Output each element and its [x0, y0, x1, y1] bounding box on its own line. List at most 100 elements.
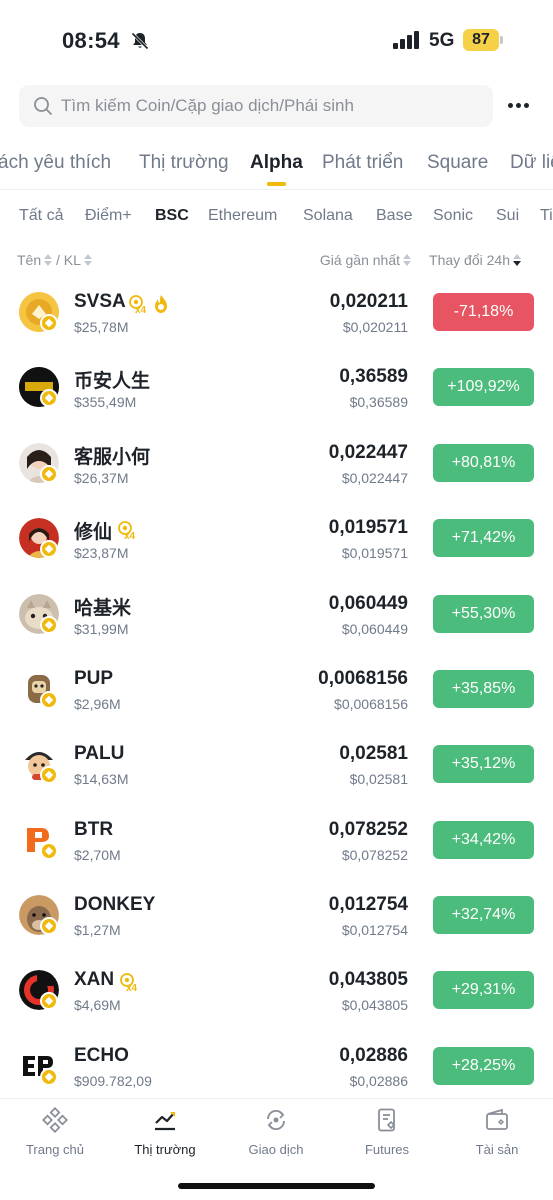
- hot-fire-icon: [155, 295, 167, 313]
- battery-icon: 87: [463, 29, 503, 51]
- chain-tab-bsc[interactable]: BSC: [155, 207, 189, 225]
- change-badge[interactable]: +80,81%: [433, 444, 534, 482]
- change-badge[interactable]: +109,92%: [433, 368, 534, 406]
- tab-favorites[interactable]: ách yêu thích: [0, 152, 111, 174]
- change-badge[interactable]: +32,74%: [433, 896, 534, 934]
- chain-tab-all[interactable]: Tất cả: [19, 207, 63, 225]
- token-row[interactable]: SVSA x4 $25,78M 0,020211 $0,020211 -71,1…: [0, 274, 553, 349]
- binance-home-icon: [42, 1107, 68, 1133]
- change-badge[interactable]: +29,31%: [433, 971, 534, 1009]
- tab-data[interactable]: Dữ liệ: [510, 152, 553, 174]
- token-row[interactable]: PUP $2,96M 0,0068156 $0,0068156 +35,85%: [0, 651, 553, 726]
- nav-home[interactable]: Trang chủ: [0, 1099, 110, 1169]
- header-separator: /: [56, 252, 60, 268]
- tab-alpha[interactable]: Alpha: [250, 152, 303, 174]
- token-price: 0,012754: [328, 894, 408, 915]
- token-price-usd: $0,022447: [341, 470, 408, 486]
- trade-swap-icon: [267, 1109, 285, 1131]
- token-row[interactable]: 哈基米 $31,99M 0,060449 $0,060449 +55,30%: [0, 576, 553, 651]
- bsc-chain-badge-icon: [40, 465, 58, 483]
- chain-tab-more[interactable]: Ti: [540, 207, 553, 225]
- token-symbol: 客服小何: [74, 447, 151, 468]
- token-symbol: PUP: [74, 668, 114, 689]
- token-row[interactable]: 修仙 x4 $23,87M 0,019571 $0,019571 +71,42%: [0, 500, 553, 575]
- token-volume: $25,78M: [74, 319, 129, 335]
- chain-tab-base[interactable]: Base: [376, 207, 412, 225]
- token-price: 0,019571: [328, 517, 408, 538]
- status-time: 08:54: [62, 28, 120, 53]
- tab-square[interactable]: Square: [427, 152, 488, 174]
- cell-signal-icon: [393, 31, 419, 49]
- tab-market[interactable]: Thị trường: [139, 152, 229, 174]
- token-price: 0,043805: [328, 969, 408, 990]
- token-price: 0,02581: [339, 743, 408, 764]
- bsc-chain-badge-icon: [40, 314, 58, 332]
- token-volume: $31,99M: [74, 621, 129, 637]
- nav-label: Tài sản: [475, 1142, 519, 1157]
- token-symbol: 哈基米: [74, 598, 132, 619]
- bsc-chain-badge-icon: [40, 616, 58, 634]
- token-symbol: 币安人生: [74, 371, 151, 392]
- token-row[interactable]: DONKEY $1,27M 0,012754 $0,012754 +32,74%: [0, 877, 553, 952]
- nav-label: Futures: [364, 1142, 410, 1157]
- change-badge[interactable]: +55,30%: [433, 595, 534, 633]
- sort-arrows-icon: [44, 254, 53, 267]
- nav-futures[interactable]: Futures: [332, 1099, 442, 1169]
- chain-tab-sui[interactable]: Sui: [496, 207, 519, 225]
- token-row[interactable]: XAN x4 $4,69M 0,043805 $0,043805 +29,31%: [0, 952, 553, 1027]
- change-badge[interactable]: +34,42%: [433, 821, 534, 859]
- more-options-icon[interactable]: [506, 96, 532, 116]
- nav-label: Giao dịch: [248, 1142, 304, 1157]
- token-row[interactable]: PALU $14,63M 0,02581 $0,02581 +35,12%: [0, 726, 553, 801]
- nav-trade[interactable]: Giao dịch: [221, 1099, 331, 1169]
- token-volume: $26,37M: [74, 470, 129, 486]
- nav-label: Thị trường: [134, 1142, 196, 1157]
- search-input[interactable]: [61, 85, 481, 127]
- token-row[interactable]: BTR $2,70M 0,078252 $0,078252 +34,42%: [0, 802, 553, 877]
- token-price: 0,02886: [339, 1045, 408, 1066]
- nav-assets[interactable]: Tài sản: [442, 1099, 552, 1169]
- chain-tab-ethereum[interactable]: Ethereum: [208, 207, 277, 225]
- token-symbol: BTR: [74, 819, 114, 840]
- change-badge[interactable]: +35,85%: [433, 670, 534, 708]
- market-chart-icon: [155, 1112, 175, 1131]
- token-symbol: SVSA: [74, 291, 126, 312]
- change-badge[interactable]: +35,12%: [433, 745, 534, 783]
- chain-tab-sonic[interactable]: Sonic: [433, 207, 473, 225]
- token-symbol: PALU: [74, 743, 125, 764]
- change-badge[interactable]: -71,18%: [433, 293, 534, 331]
- nav-market[interactable]: Thị trường: [110, 1099, 220, 1169]
- token-row[interactable]: ECHO $909.782,09 0,02886 $0,02886 +28,25…: [0, 1028, 553, 1103]
- header-name: Tên: [17, 252, 42, 268]
- search-bar[interactable]: [19, 85, 493, 127]
- header-price: Giá gần nhất: [319, 252, 400, 268]
- bsc-chain-badge-icon: [40, 992, 58, 1010]
- sort-arrows-icon: [83, 254, 92, 267]
- sort-name-volume[interactable]: Tên / KL: [17, 252, 92, 268]
- token-volume: $909.782,09: [74, 1073, 152, 1089]
- token-price: 0,0068156: [318, 668, 408, 689]
- x4-multiplier: x4: [135, 305, 147, 316]
- token-row[interactable]: 币安人生 $355,49M 0,36589 $0,36589 +109,92%: [0, 349, 553, 424]
- change-badge[interactable]: +28,25%: [433, 1047, 534, 1085]
- active-tab-indicator: [267, 182, 286, 186]
- token-symbol: XAN: [74, 969, 115, 990]
- token-symbol: 修仙: [74, 522, 113, 543]
- chain-tab-points[interactable]: Điểm+: [85, 207, 132, 225]
- token-price-usd: $0,02581: [349, 771, 408, 787]
- sort-change[interactable]: Thay đổi 24h: [429, 252, 521, 268]
- token-price-usd: $0,060449: [341, 621, 408, 637]
- token-price-usd: $0,043805: [341, 997, 408, 1013]
- tab-growth[interactable]: Phát triển: [322, 152, 403, 174]
- chain-tab-solana[interactable]: Solana: [303, 207, 353, 225]
- x4-multiplier: x4: [124, 531, 136, 542]
- divider: [0, 189, 553, 190]
- change-badge[interactable]: +71,42%: [433, 519, 534, 557]
- token-row[interactable]: 客服小何 $26,37M 0,022447 $0,022447 +80,81%: [0, 425, 553, 500]
- token-price-usd: $0,0068156: [334, 696, 408, 712]
- token-volume: $355,49M: [74, 394, 137, 410]
- token-symbol: ECHO: [74, 1045, 129, 1066]
- sort-price[interactable]: Giá gần nhất: [320, 252, 411, 268]
- bsc-chain-badge-icon: [40, 766, 58, 784]
- x4-multiplier: x4: [126, 983, 138, 994]
